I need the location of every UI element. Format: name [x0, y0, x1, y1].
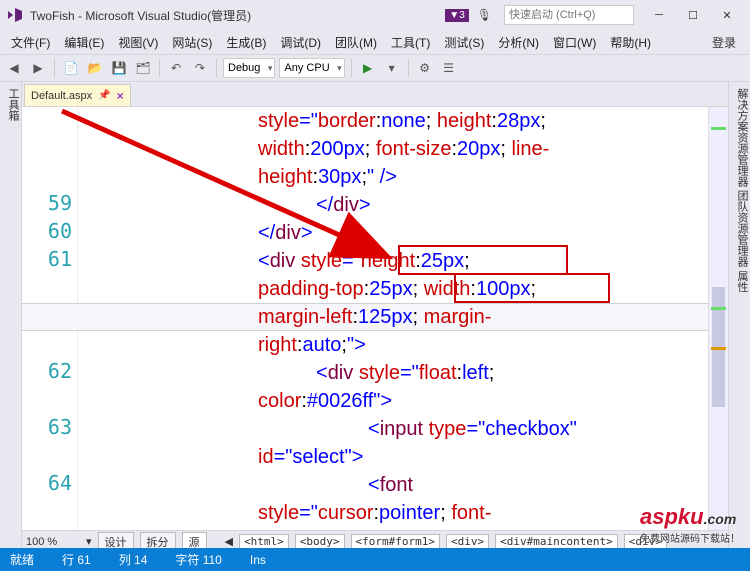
- save-all-button[interactable]: 🗂: [133, 58, 153, 78]
- toolbar: ◀ ▶ 📄 📂 💾 🗂 ↶ ↷ Debug Any CPU ▶ ▾ ⚙ ☰: [0, 54, 750, 82]
- line-number: 64: [22, 471, 72, 495]
- status-ins: Ins: [250, 553, 266, 567]
- misc-button-1[interactable]: ⚙: [415, 58, 435, 78]
- title-bar: TwoFish - Microsoft Visual Studio(管理员) ▼…: [0, 0, 750, 30]
- breadcrumb[interactable]: <form#form1>: [351, 534, 440, 549]
- menu-bar: 文件(F) 编辑(E) 视图(V) 网站(S) 生成(B) 调试(D) 团队(M…: [0, 30, 750, 54]
- breadcrumb[interactable]: <div#maincontent>: [495, 534, 618, 549]
- document-tab[interactable]: Default.aspx 📌 ×: [24, 84, 131, 106]
- maximize-button[interactable]: ☐: [676, 9, 710, 22]
- watermark: aspku.com 免费网站源码下载站！: [640, 504, 740, 545]
- vs-logo-icon: [6, 6, 24, 24]
- nav-back-button[interactable]: ◀: [4, 58, 24, 78]
- status-bar: 就绪 行 61 列 14 字符 110 Ins: [0, 548, 750, 571]
- line-number: 62: [22, 359, 72, 383]
- line-number: 60: [22, 219, 72, 243]
- code-editor[interactable]: 59 60 61 62 63 64 style="border:none; he…: [22, 106, 728, 530]
- menu-window[interactable]: 窗口(W): [546, 32, 603, 53]
- menu-file[interactable]: 文件(F): [4, 32, 57, 53]
- status-ready: 就绪: [10, 551, 34, 568]
- editor-area: Default.aspx 📌 × 59 60 61 62 63 64 style…: [22, 82, 728, 552]
- menu-site[interactable]: 网站(S): [165, 32, 219, 53]
- new-project-button[interactable]: 📄: [61, 58, 81, 78]
- save-button[interactable]: 💾: [109, 58, 129, 78]
- feedback-icon[interactable]: 🎙: [477, 8, 492, 22]
- sign-in-link[interactable]: 登录: [712, 34, 746, 51]
- vertical-scrollbar[interactable]: [708, 107, 728, 530]
- menu-test[interactable]: 测试(S): [437, 32, 491, 53]
- line-number: 59: [22, 191, 72, 215]
- quick-launch-input[interactable]: [504, 5, 634, 25]
- menu-tools[interactable]: 工具(T): [384, 32, 437, 53]
- breadcrumb-prev-icon[interactable]: ◀: [225, 535, 233, 548]
- status-col: 列 14: [119, 551, 148, 568]
- workspace: 工具箱 Default.aspx 📌 × 59 60 61 62 63 64 s…: [0, 82, 750, 552]
- menu-team[interactable]: 团队(M): [328, 32, 384, 53]
- status-char: 字符 110: [175, 551, 221, 568]
- close-window-button[interactable]: ✕: [710, 9, 744, 22]
- breadcrumb[interactable]: <html>: [239, 534, 289, 549]
- menu-help[interactable]: 帮助(H): [603, 32, 658, 53]
- status-line: 行 61: [62, 551, 91, 568]
- annotation-box-height: [398, 245, 568, 275]
- notification-badge[interactable]: ▼3: [445, 9, 468, 22]
- menu-edit[interactable]: 编辑(E): [57, 32, 111, 53]
- right-rail[interactable]: 解决方案资源管理器 团队资源管理器 属性: [728, 82, 750, 552]
- tab-close-button[interactable]: ×: [117, 89, 124, 103]
- window-title: TwoFish - Microsoft Visual Studio(管理员): [30, 7, 251, 24]
- undo-button[interactable]: ↶: [166, 58, 186, 78]
- pin-icon[interactable]: 📌: [98, 90, 110, 101]
- zoom-level[interactable]: 100 %: [26, 536, 80, 548]
- minimize-button[interactable]: ─: [642, 9, 676, 21]
- misc-button-2[interactable]: ☰: [439, 58, 459, 78]
- breadcrumb[interactable]: <body>: [295, 534, 345, 549]
- config-combo[interactable]: Debug: [223, 58, 275, 78]
- toolbox-rail[interactable]: 工具箱: [0, 82, 22, 552]
- menu-build[interactable]: 生成(B): [219, 32, 273, 53]
- menu-view[interactable]: 视图(V): [111, 32, 165, 53]
- line-number: 63: [22, 415, 72, 439]
- browser-select-button[interactable]: ▾: [382, 58, 402, 78]
- menu-analyze[interactable]: 分析(N): [491, 32, 546, 53]
- zoom-chevron-icon[interactable]: ▾: [86, 535, 92, 548]
- open-button[interactable]: 📂: [85, 58, 105, 78]
- code-content: style="border:none; height:28px; width:2…: [78, 107, 704, 530]
- tab-well: Default.aspx 📌 ×: [22, 82, 728, 106]
- redo-button[interactable]: ↷: [190, 58, 210, 78]
- nav-forward-button[interactable]: ▶: [28, 58, 48, 78]
- start-debug-button[interactable]: ▶: [358, 58, 378, 78]
- line-number: 61: [22, 247, 72, 271]
- tab-label: Default.aspx: [31, 90, 92, 102]
- breadcrumb[interactable]: <div>: [446, 534, 489, 549]
- platform-combo[interactable]: Any CPU: [279, 58, 344, 78]
- annotation-box-width: [454, 273, 610, 303]
- menu-debug[interactable]: 调试(D): [273, 32, 328, 53]
